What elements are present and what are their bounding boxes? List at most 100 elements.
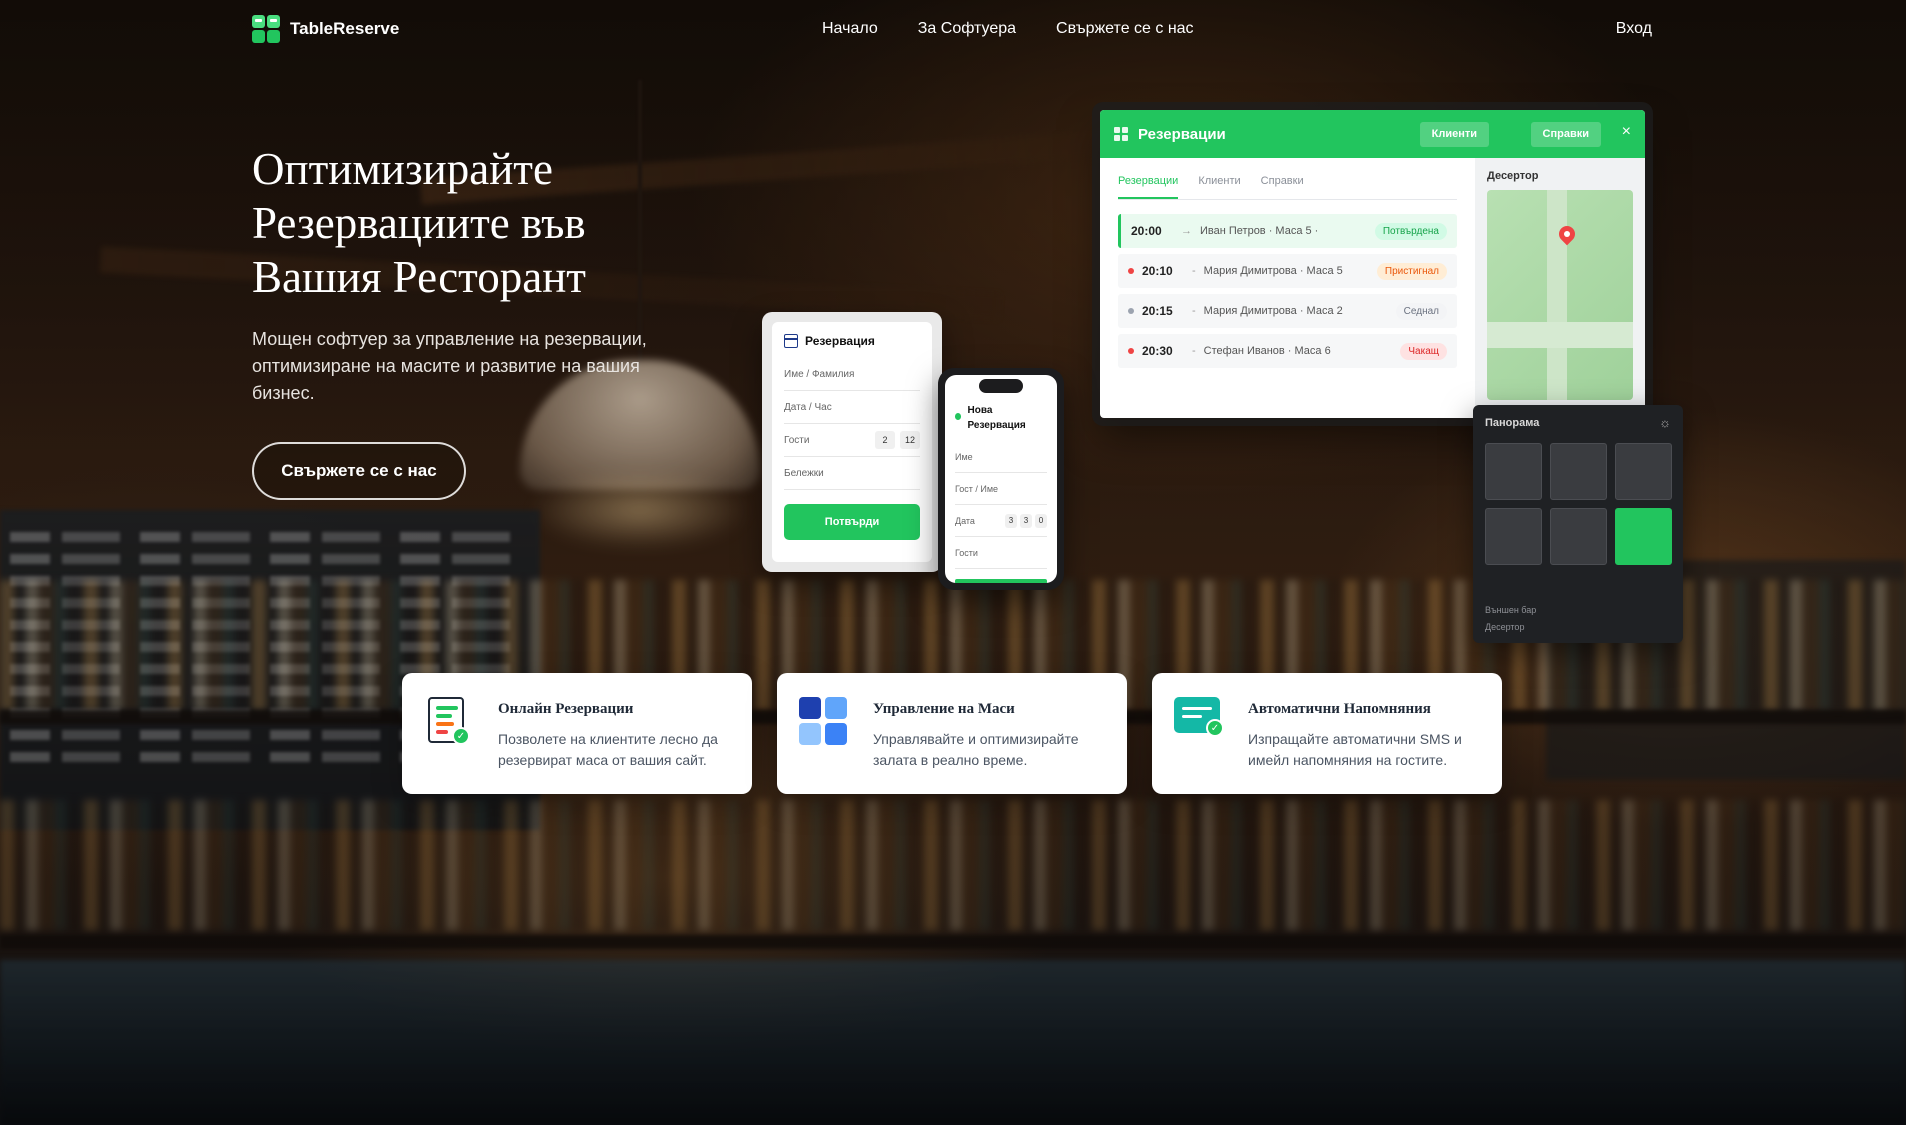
field-label: Дата / Час bbox=[784, 401, 832, 413]
guests-chip[interactable]: 12 bbox=[900, 431, 920, 449]
feature-text: Изпращайте автоматични SMS и имейл напом… bbox=[1248, 731, 1462, 768]
field-label: Гости bbox=[955, 547, 978, 558]
brand-name: TableReserve bbox=[290, 19, 400, 38]
online-reservation-icon: ✓ bbox=[424, 697, 472, 749]
panel-title: Панорама bbox=[1485, 417, 1540, 429]
guests-field[interactable]: Гости 2 12 bbox=[784, 424, 920, 457]
feature-title: Автоматични Напомняния bbox=[1248, 701, 1431, 717]
phone-mockup: Нова Резервация Име Гост / Име Дата 3 3 … bbox=[938, 368, 1064, 590]
date-chip[interactable]: 3 bbox=[1020, 513, 1032, 528]
phone-notch bbox=[979, 379, 1023, 393]
app-logo-icon bbox=[1114, 127, 1128, 141]
phone-guests-field[interactable]: Гости bbox=[955, 537, 1047, 569]
settings-icon[interactable]: ☼ bbox=[1659, 415, 1671, 430]
date-chip[interactable]: 0 bbox=[1035, 513, 1047, 528]
status-badge: Потвърдена bbox=[1374, 222, 1447, 240]
reservation-marker: - bbox=[1192, 305, 1196, 317]
reservations-app-mockup: Резервации Клиенти Справки × Резервации … bbox=[1100, 110, 1645, 418]
reservation-row[interactable]: 20:30 - Стефан Иванов · Маса 6 Чакащ bbox=[1118, 334, 1457, 368]
tab-clients[interactable]: Клиенти bbox=[1198, 172, 1240, 199]
table-tile[interactable] bbox=[1550, 443, 1607, 500]
hero-title-line: Резервациите във bbox=[252, 198, 586, 248]
reservation-marker: - bbox=[1192, 345, 1196, 357]
phone-submit-bar[interactable] bbox=[955, 579, 1047, 583]
feature-title: Управление на Маси bbox=[873, 701, 1015, 717]
reservation-row[interactable]: 20:15 - Мария Димитрова · Маса 2 Седнал bbox=[1118, 294, 1457, 328]
name-field[interactable]: Име / Фамилия bbox=[784, 358, 920, 391]
top-nav: TableReserve Начало За Софтуера Свържете… bbox=[0, 0, 1906, 58]
phone-date-field[interactable]: Дата 3 3 0 bbox=[955, 505, 1047, 537]
reservation-marker: → bbox=[1181, 225, 1192, 237]
tablet-form-title: Резервация bbox=[805, 334, 875, 348]
guests-chip[interactable]: 2 bbox=[875, 431, 895, 449]
reservation-time: 20:10 bbox=[1142, 264, 1173, 278]
reservation-marker: - bbox=[1192, 265, 1196, 277]
table-tile[interactable] bbox=[1550, 508, 1607, 565]
date-chip[interactable]: 3 bbox=[1005, 513, 1017, 528]
panel-footer-label: Външен бар bbox=[1485, 605, 1537, 615]
reservation-row[interactable]: 20:00 → Иван Петров · Маса 5 · Потвърдена bbox=[1118, 214, 1457, 248]
nav-link-home[interactable]: Начало bbox=[822, 20, 878, 38]
reminder-message-icon: ✓ bbox=[1174, 697, 1224, 749]
hero-title: Оптимизирайте Резервациите във Вашия Рес… bbox=[252, 142, 772, 304]
app-side-panel: Десертор bbox=[1475, 158, 1645, 418]
nav-links: Начало За Софтуера Свържете се с нас bbox=[822, 20, 1194, 38]
reservation-guest: Мария Димитрова · Маса 2 bbox=[1203, 305, 1343, 317]
table-tile[interactable] bbox=[1615, 443, 1672, 500]
phone-guest-field[interactable]: Гост / Име bbox=[955, 473, 1047, 505]
feature-card-reminders: ✓ Автоматични Напомняния Изпращайте авто… bbox=[1152, 673, 1502, 794]
feature-card-online: ✓ Онлайн Резервации Позволете на клиенти… bbox=[402, 673, 752, 794]
tab-reservations[interactable]: Резервации bbox=[1118, 172, 1179, 199]
feature-text: Позволете на клиентите лесно да резервир… bbox=[498, 731, 718, 768]
brand-logo-icon bbox=[252, 15, 280, 43]
hero-title-line: Вашия Ресторант bbox=[252, 252, 586, 302]
confirm-button[interactable]: Потвърди bbox=[784, 504, 920, 540]
field-label: Гости bbox=[784, 434, 810, 446]
datetime-field[interactable]: Дата / Час bbox=[784, 391, 920, 424]
status-badge: Пристигнал bbox=[1376, 262, 1447, 280]
reservation-row[interactable]: 20:10 - Мария Димитрова · Маса 5 Пристигнал bbox=[1118, 254, 1457, 288]
status-dot-icon bbox=[1128, 348, 1134, 354]
tables-grid bbox=[1485, 443, 1672, 565]
feature-card-tables: Управление на Маси Управлявайте и оптими… bbox=[777, 673, 1127, 794]
field-label: Дата bbox=[955, 515, 975, 526]
panel-footer-label: Десертор bbox=[1485, 622, 1525, 632]
table-management-icon bbox=[799, 697, 847, 749]
status-dot-icon bbox=[955, 413, 962, 420]
status-badge: Чакащ bbox=[1400, 342, 1447, 360]
login-link[interactable]: Вход bbox=[1616, 20, 1652, 38]
table-tile[interactable] bbox=[1485, 443, 1542, 500]
reservation-time: 20:30 bbox=[1142, 344, 1173, 358]
tables-overview-panel: Панорама ☼ Външен бар Десертор bbox=[1473, 405, 1683, 643]
nav-link-about[interactable]: За Софтуера bbox=[918, 20, 1016, 38]
close-icon[interactable]: × bbox=[1622, 123, 1631, 141]
hero-contact-button[interactable]: Свържете се с нас bbox=[252, 442, 466, 500]
floor-map[interactable] bbox=[1487, 190, 1633, 400]
table-tile-selected[interactable] bbox=[1615, 508, 1672, 565]
reservation-list: 20:00 → Иван Петров · Маса 5 · Потвърдена 20… bbox=[1118, 214, 1457, 368]
table-tile[interactable] bbox=[1485, 508, 1542, 565]
tab-reports[interactable]: Справки bbox=[1261, 172, 1304, 199]
panel-footer: Външен бар Десертор bbox=[1485, 602, 1536, 636]
feature-text: Управлявайте и оптимизирайте залата в ре… bbox=[873, 731, 1079, 768]
reservation-guest: Иван Петров · Маса 5 · bbox=[1200, 225, 1319, 237]
field-label: Име / Фамилия bbox=[784, 368, 855, 380]
brand[interactable]: TableReserve bbox=[252, 15, 399, 43]
reservation-time: 20:00 bbox=[1131, 224, 1162, 238]
tablet-reservation-form: Резервация Име / Фамилия Дата / Час Гост… bbox=[762, 312, 942, 572]
hero-subtitle: Мощен софтуер за управление на резерваци… bbox=[252, 329, 647, 403]
field-label: Име bbox=[955, 451, 973, 462]
status-badge: Седнал bbox=[1395, 302, 1447, 320]
field-label: Гост / Име bbox=[955, 483, 999, 494]
app-reports-button[interactable]: Справки bbox=[1530, 122, 1601, 147]
nav-link-contact[interactable]: Свържете се с нас bbox=[1056, 20, 1194, 38]
phone-form-title: Нова Резервация bbox=[967, 405, 1026, 431]
status-dot-icon bbox=[1128, 268, 1134, 274]
hero-title-line: Оптимизирайте bbox=[252, 144, 553, 194]
app-clients-button[interactable]: Клиенти bbox=[1419, 122, 1489, 147]
phone-name-field[interactable]: Име bbox=[955, 441, 1047, 473]
app-tabs: Резервации Клиенти Справки bbox=[1118, 172, 1457, 200]
notes-field[interactable]: Бележки bbox=[784, 457, 920, 490]
reservation-time: 20:15 bbox=[1142, 304, 1173, 318]
feature-title: Онлайн Резервации bbox=[498, 701, 634, 717]
